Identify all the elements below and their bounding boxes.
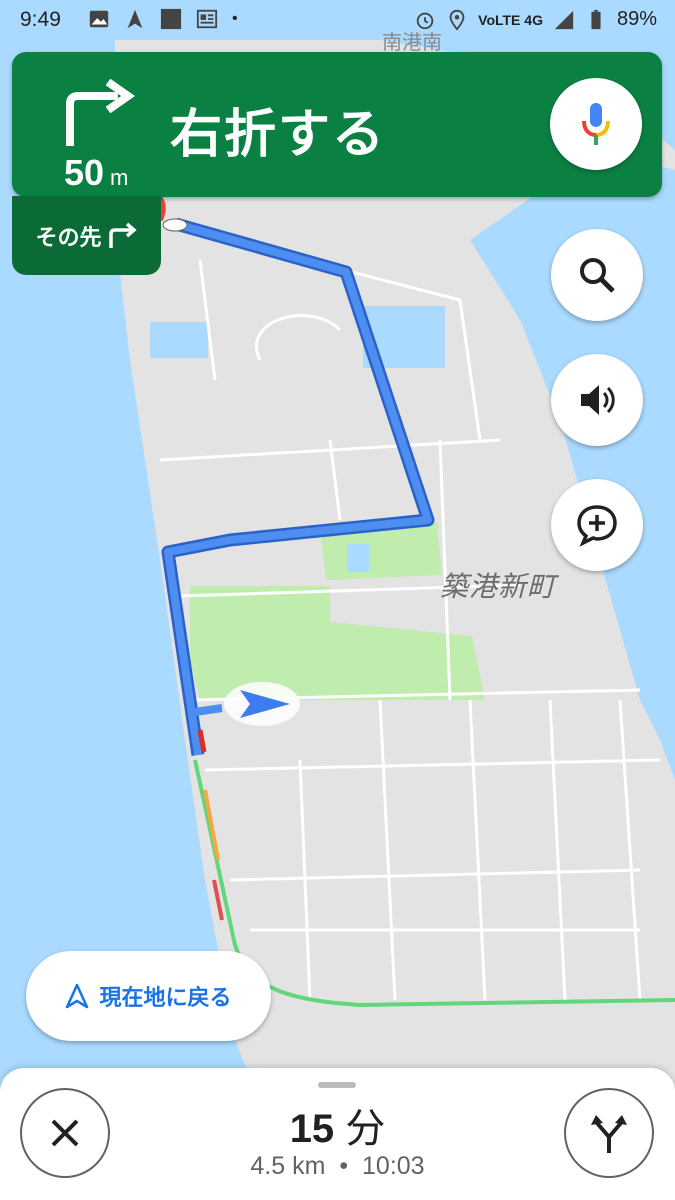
search-icon <box>580 258 615 293</box>
status-bar: 9:49 • VoLTE 4G 89% <box>0 0 675 40</box>
location-icon <box>449 9 465 31</box>
fork-routes-icon <box>591 1115 627 1153</box>
map-area-label: 築港新町 <box>440 571 557 602</box>
distance-value: 50 <box>64 152 105 193</box>
status-time: 9:49 <box>20 8 61 31</box>
recenter-label: 現在地に戻る <box>99 985 232 1010</box>
alarm-icon <box>416 12 434 29</box>
news-icon <box>196 9 218 29</box>
trip-distance: 4.5 km <box>250 1152 326 1180</box>
recenter-button[interactable]: 現在地に戻る <box>26 951 271 1041</box>
close-icon <box>51 1119 79 1147</box>
report-button[interactable] <box>551 479 643 571</box>
battery-percent: 89% <box>616 8 657 30</box>
navigation-arrow-icon <box>66 983 89 1009</box>
volume-icon <box>581 385 615 415</box>
search-button[interactable] <box>551 229 643 321</box>
sheet-drag-handle[interactable] <box>318 1082 356 1088</box>
eta-minutes-unit: 分 <box>345 1107 386 1151</box>
then-label: その先 <box>35 224 102 250</box>
alternate-routes-button[interactable] <box>564 1088 654 1178</box>
image-icon <box>89 10 109 28</box>
distance-unit: m <box>110 165 129 190</box>
microphone-icon <box>582 103 610 145</box>
navigation-icon <box>127 9 143 29</box>
battery-icon <box>591 9 601 29</box>
sound-button[interactable] <box>551 354 643 446</box>
trip-separator: • <box>339 1152 349 1180</box>
eta-minutes: 15 <box>289 1107 335 1151</box>
app-icon <box>160 8 182 30</box>
add-comment-icon <box>577 505 617 547</box>
current-location-icon <box>224 682 300 726</box>
navigation-instruction-card[interactable]: 50 m 右折する <box>12 52 662 197</box>
then-turn-right-icon <box>108 222 137 248</box>
voice-search-button[interactable] <box>550 78 642 170</box>
then-instruction: その先 <box>12 196 161 275</box>
turn-instruction: 右折する <box>170 106 387 164</box>
network-label: VoLTE 4G <box>478 11 543 28</box>
signal-icon <box>554 10 574 29</box>
arrival-time: 10:03 <box>362 1152 425 1180</box>
status-dot: • <box>232 10 238 27</box>
turn-right-icon <box>66 78 135 146</box>
exit-navigation-button[interactable] <box>20 1088 110 1178</box>
turn-distance: 50 m <box>64 152 128 194</box>
